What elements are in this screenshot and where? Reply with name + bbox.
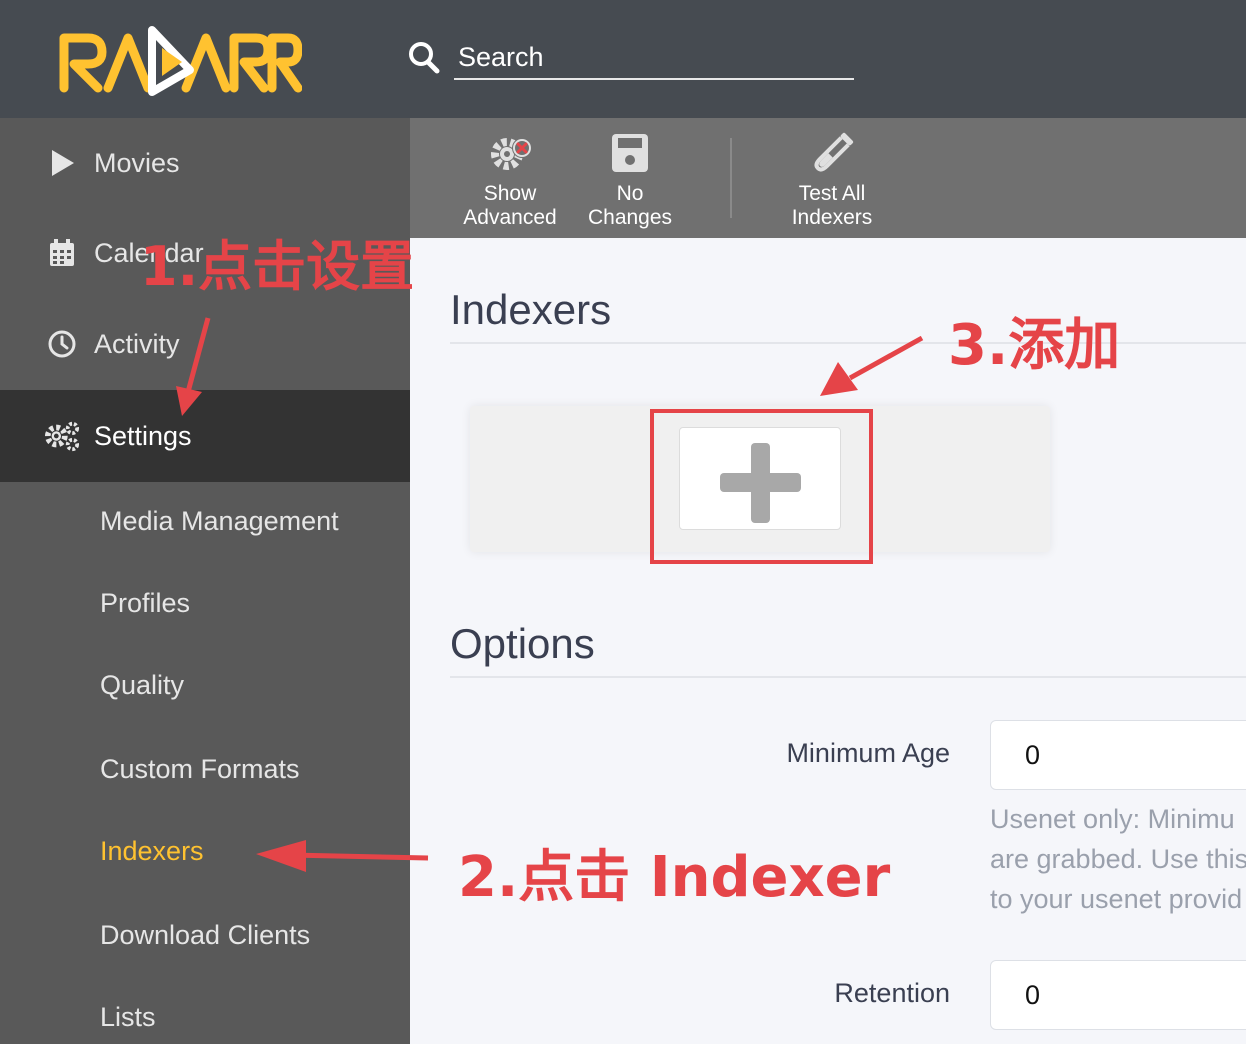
arrow-step1: [176, 317, 211, 416]
arrow-step2: [256, 840, 429, 872]
annotation-step3: 3.添加: [948, 313, 1121, 378]
annotation-step2: 2.点击 Indexer: [458, 845, 891, 910]
arrow-step3: [820, 335, 924, 396]
highlight-box: [650, 409, 873, 564]
annotation-step1: 1.点击设置: [140, 235, 415, 298]
